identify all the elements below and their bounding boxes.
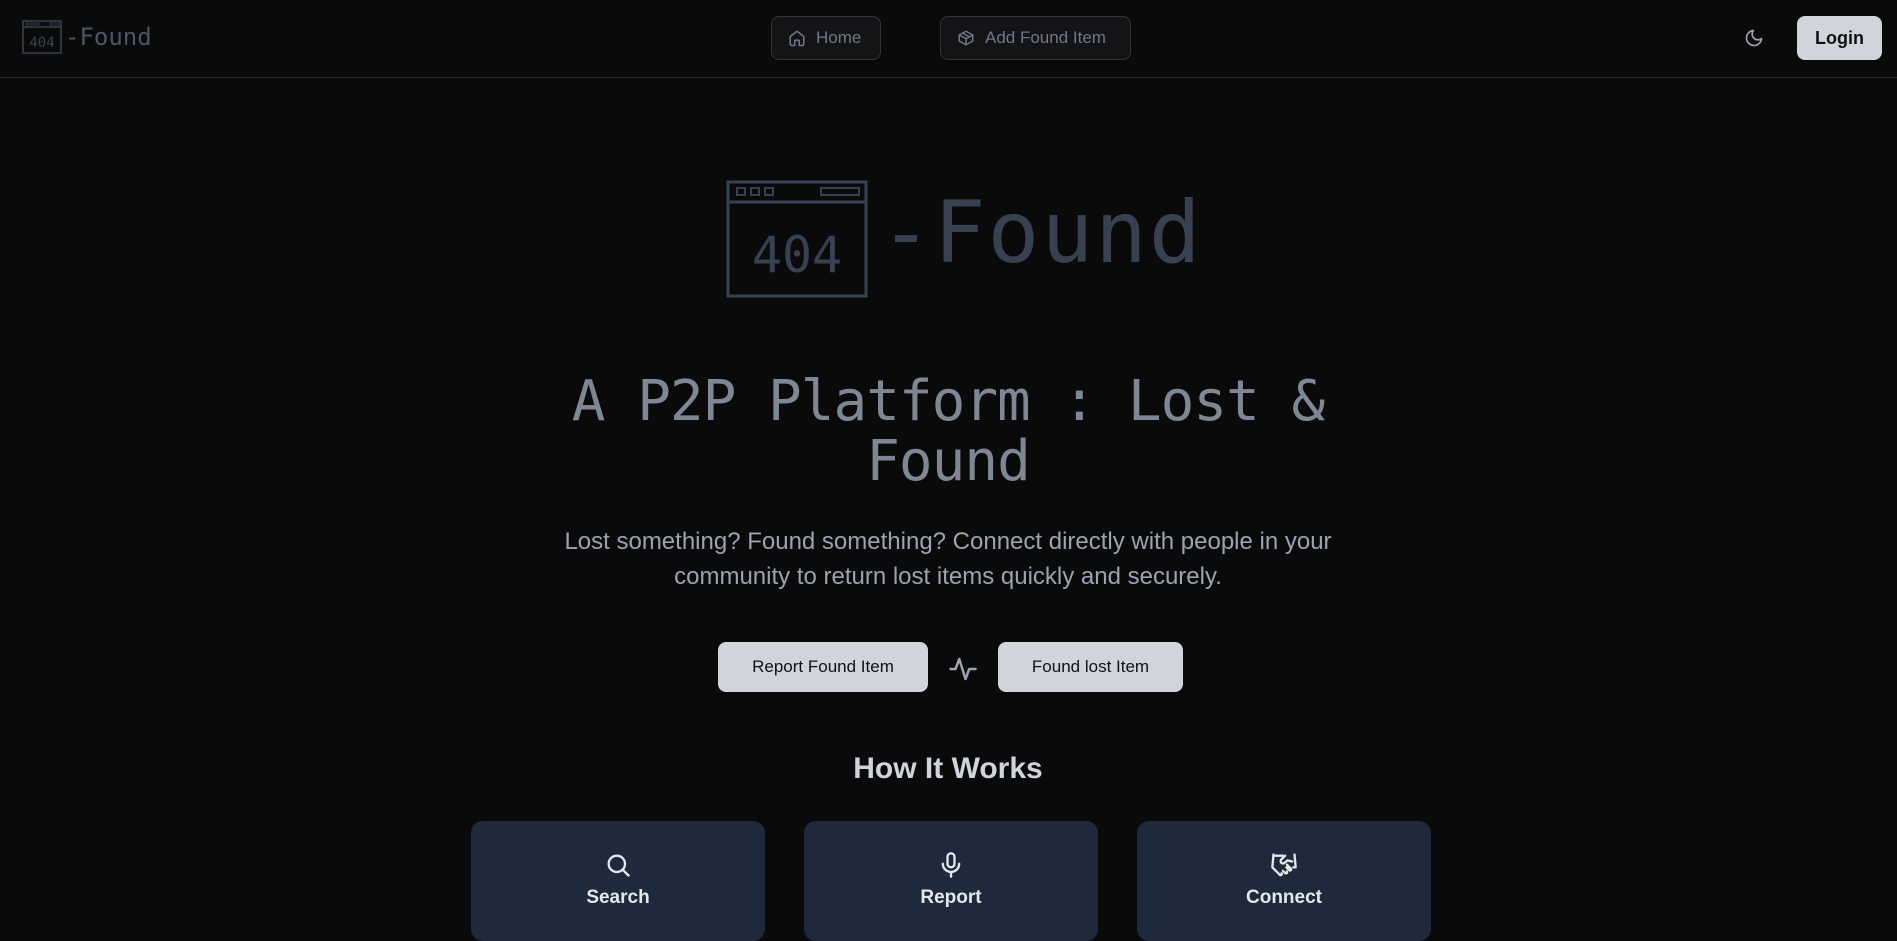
how-card-label: Connect bbox=[1246, 887, 1322, 908]
nav-add-found-item-label: Add Found Item bbox=[985, 28, 1106, 47]
home-icon bbox=[789, 30, 805, 47]
hero-logo-text: -Found bbox=[880, 183, 1203, 283]
found-lost-item-button[interactable]: Found lost Item bbox=[998, 642, 1183, 692]
microphone-icon bbox=[941, 852, 961, 878]
browser-404-icon: 404 bbox=[726, 180, 868, 298]
how-it-works-title: How It Works bbox=[853, 752, 1043, 785]
how-card-label: Search bbox=[586, 887, 650, 908]
how-card-connect[interactable]: Connect bbox=[1137, 821, 1431, 941]
nav-home-label: Home bbox=[816, 28, 862, 47]
top-navbar: 404 -Found Home Add Found Item Login bbox=[0, 0, 1897, 78]
package-icon bbox=[958, 30, 974, 46]
activity-icon bbox=[949, 657, 977, 681]
report-found-item-button[interactable]: Report Found Item bbox=[718, 642, 928, 692]
login-button[interactable]: Login bbox=[1797, 16, 1882, 60]
brand-text: -Found bbox=[65, 23, 152, 51]
nav-add-found-item-button[interactable]: Add Found Item bbox=[940, 16, 1131, 60]
brand-logo[interactable]: 404 -Found bbox=[22, 20, 152, 54]
cta-row: Report Found Item Found lost Item bbox=[718, 642, 1183, 692]
svg-text:404: 404 bbox=[29, 35, 54, 51]
hero-description: Lost something? Found something? Connect… bbox=[564, 528, 1332, 590]
hero-title: A P2P Platform : Lost & Found bbox=[571, 369, 1325, 494]
moon-icon bbox=[1745, 29, 1763, 47]
theme-toggle-button[interactable] bbox=[1740, 24, 1768, 52]
how-card-report[interactable]: Report bbox=[804, 821, 1098, 941]
nav-home-button[interactable]: Home bbox=[771, 16, 881, 60]
how-card-search[interactable]: Search bbox=[471, 821, 765, 941]
svg-text:404: 404 bbox=[752, 226, 842, 284]
hero-logo: 404 -Found bbox=[726, 180, 1203, 298]
how-card-label: Report bbox=[920, 887, 982, 908]
search-icon bbox=[607, 854, 630, 877]
browser-404-icon: 404 bbox=[22, 20, 62, 54]
handshake-icon bbox=[1271, 853, 1297, 877]
